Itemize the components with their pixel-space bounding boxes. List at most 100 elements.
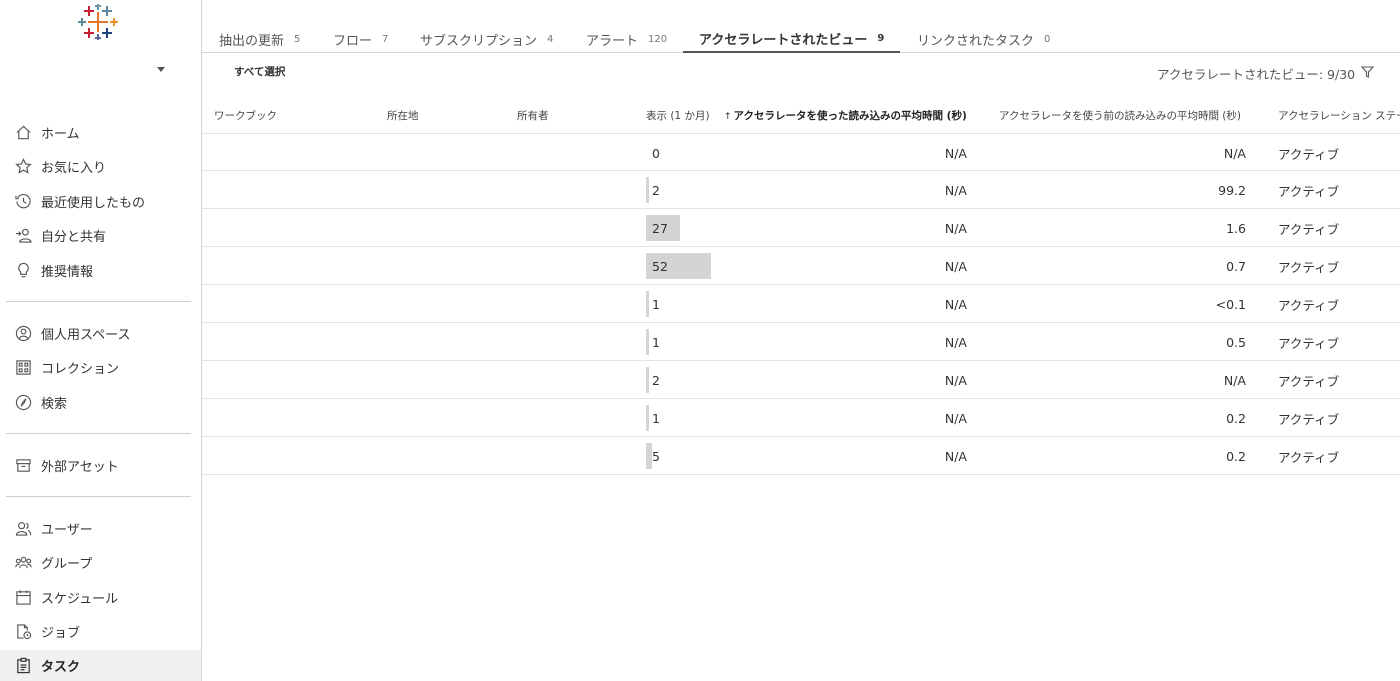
nav-item-recommendations[interactable]: 推奨情報 <box>0 255 201 285</box>
tab-label: サブスクリプション <box>420 33 538 49</box>
calendar-icon <box>14 588 32 606</box>
views-value: 27 <box>652 220 668 236</box>
load-time-before-accel-cell: 0.7 <box>1226 258 1246 274</box>
views-bar <box>646 329 649 355</box>
compass-icon <box>14 393 32 411</box>
column-header-acceleration-status[interactable]: アクセラレーション ステータス <box>1278 108 1400 123</box>
tab-flows[interactable]: フロー 7 <box>317 25 404 53</box>
views-value: 1 <box>652 296 660 312</box>
views-bar <box>646 405 649 431</box>
nav-item-personal-space[interactable]: 個人用スペース <box>0 318 201 348</box>
nav-item-groups[interactable]: グループ <box>0 547 201 577</box>
filter-icon[interactable] <box>1361 66 1374 78</box>
load-time-before-accel-cell: 0.5 <box>1226 334 1246 350</box>
tab-bar: 抽出の更新 5 フロー 7 サブスクリプション 4 アラート 120 アクセラレートされ… <box>202 0 1400 53</box>
nav-item-label: ユーザー <box>41 522 93 538</box>
nav-item-tasks[interactable]: タスク <box>0 650 201 681</box>
table-row[interactable]: 5 N/A 0.2 アクティブ <box>202 437 1400 475</box>
load-time-before-accel-cell: N/A <box>1223 372 1246 388</box>
nav-item-label: 推奨情報 <box>41 264 94 280</box>
column-header-label: アクセラレータを使った読み込みの平均時間 (秒) <box>733 110 967 122</box>
home-icon <box>14 123 32 141</box>
tab-label: 抽出の更新 <box>219 33 285 49</box>
table-row[interactable]: 1 N/A <0.1 アクティブ <box>202 285 1400 323</box>
views-bar <box>646 291 649 317</box>
load-time-with-accel-cell: N/A <box>944 220 967 236</box>
tab-label: リンクされたタスク <box>917 33 1035 49</box>
acceleration-status-cell: アクティブ <box>1278 221 1340 237</box>
tab-alerts[interactable]: アラート 120 <box>570 25 683 53</box>
site-menu-caret-icon[interactable] <box>156 64 166 74</box>
nav-item-label: コレクション <box>41 361 120 377</box>
table-row[interactable]: 52 N/A 0.7 アクティブ <box>202 247 1400 285</box>
load-time-before-accel-cell: 0.2 <box>1226 448 1246 464</box>
nav-item-collections[interactable]: コレクション <box>0 352 201 382</box>
views-value: 2 <box>652 372 660 388</box>
nav-item-schedules[interactable]: スケジュール <box>0 582 201 612</box>
tab-accelerated-views[interactable]: アクセラレートされたビュー 9 <box>683 25 901 53</box>
load-time-with-accel-cell: N/A <box>944 145 967 161</box>
table-row[interactable]: 27 N/A 1.6 アクティブ <box>202 209 1400 247</box>
load-time-with-accel-cell: N/A <box>944 182 967 198</box>
tab-label: アクセラレートされたビュー <box>699 32 868 48</box>
nav-item-external-assets[interactable]: 外部アセット <box>0 450 201 480</box>
tab-count: 4 <box>547 33 554 45</box>
tab-extract-refreshes[interactable]: 抽出の更新 5 <box>203 25 316 53</box>
tab-linked-tasks[interactable]: リンクされたタスク 0 <box>901 25 1066 53</box>
column-header-views[interactable]: 表示 (1 か月) <box>646 108 710 123</box>
table-row[interactable]: 2 N/A 99.2 アクティブ <box>202 171 1400 209</box>
load-time-with-accel-cell: N/A <box>944 372 967 388</box>
nav-item-label: 外部アセット <box>41 459 119 475</box>
table-row[interactable]: 1 N/A 0.5 アクティブ <box>202 323 1400 361</box>
column-header-workbook[interactable]: ワークブック <box>214 108 277 123</box>
table-row[interactable]: 1 N/A 0.2 アクティブ <box>202 399 1400 437</box>
select-all-button[interactable]: すべて選択 <box>234 64 285 79</box>
nav-item-label: ホーム <box>41 126 80 142</box>
acceleration-status-cell: アクティブ <box>1278 335 1340 351</box>
sidebar-divider <box>6 433 191 434</box>
nav-item-jobs[interactable]: ジョブ <box>0 616 201 646</box>
views-value: 52 <box>652 258 668 274</box>
person-circle-icon <box>14 324 32 342</box>
acceleration-status-cell: アクティブ <box>1278 411 1340 427</box>
acceleration-status-cell: アクティブ <box>1278 297 1340 313</box>
column-header-load-time-before-accel[interactable]: アクセラレータを使う前の読み込みの平均時間 (秒) <box>999 108 1241 123</box>
tableau-logo-icon[interactable] <box>78 4 118 40</box>
load-time-with-accel-cell: N/A <box>944 258 967 274</box>
acceleration-status-cell: アクティブ <box>1278 146 1340 162</box>
nav-item-explore[interactable]: 検索 <box>0 387 201 417</box>
views-value: 0 <box>652 145 660 161</box>
nav-item-label: 自分と共有 <box>41 229 107 245</box>
clipboard-icon <box>14 657 32 675</box>
views-value: 2 <box>652 182 660 198</box>
nav-item-shared-with-me[interactable]: 自分と共有 <box>0 220 201 250</box>
load-time-with-accel-cell: N/A <box>944 296 967 312</box>
accelerated-views-count: アクセラレートされたビュー: 9/30 <box>1157 67 1356 82</box>
table-row[interactable]: 0 N/A N/A アクティブ <box>202 133 1400 171</box>
nav-item-label: 個人用スペース <box>41 327 131 343</box>
load-time-before-accel-cell: 0.2 <box>1226 410 1246 426</box>
nav-item-favorites[interactable]: お気に入り <box>0 151 201 181</box>
star-icon <box>14 157 32 175</box>
clock-history-icon <box>14 192 32 210</box>
nav-item-home[interactable]: ホーム <box>0 117 201 147</box>
views-value: 1 <box>652 334 660 350</box>
column-header-location[interactable]: 所在地 <box>387 108 419 123</box>
column-header-load-time-with-accel[interactable]: ↑ アクセラレータを使った読み込みの平均時間 (秒) <box>724 108 967 123</box>
load-time-before-accel-cell: <0.1 <box>1215 296 1246 312</box>
tab-count: 9 <box>877 32 885 44</box>
lightbulb-icon <box>14 261 32 279</box>
views-bar <box>646 367 649 393</box>
table-row[interactable]: 2 N/A N/A アクティブ <box>202 361 1400 399</box>
column-header-owner[interactable]: 所有者 <box>517 108 549 123</box>
nav-item-recents[interactable]: 最近使用したもの <box>0 186 201 216</box>
load-time-before-accel-cell: 1.6 <box>1226 220 1246 236</box>
acceleration-status-cell: アクティブ <box>1278 449 1340 465</box>
tab-label: アラート <box>586 33 639 49</box>
shared-users-icon <box>14 226 32 244</box>
load-time-before-accel-cell: 99.2 <box>1218 182 1246 198</box>
load-time-with-accel-cell: N/A <box>944 334 967 350</box>
tab-subscriptions[interactable]: サブスクリプション 4 <box>404 25 569 53</box>
user-icon <box>14 519 32 537</box>
nav-item-users[interactable]: ユーザー <box>0 513 201 543</box>
